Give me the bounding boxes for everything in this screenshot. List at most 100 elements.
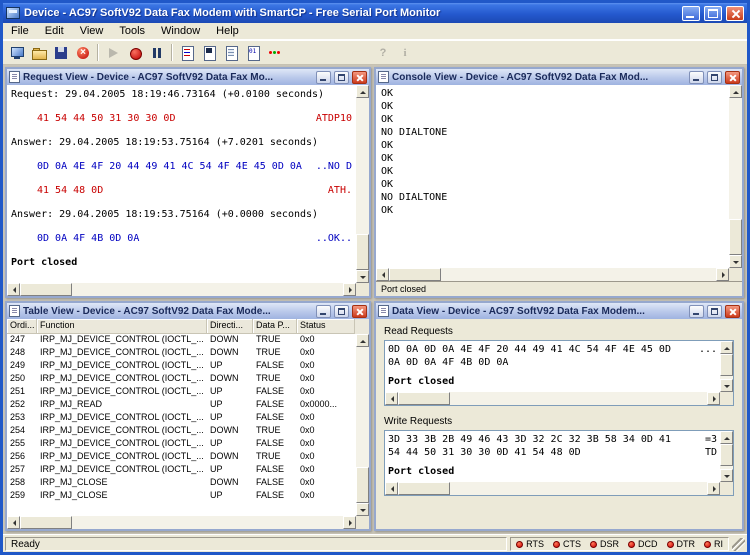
scroll-right-button[interactable] — [707, 392, 720, 405]
maximize-button[interactable] — [704, 5, 722, 21]
scrollbar-track[interactable] — [398, 482, 707, 495]
menu-edit[interactable]: Edit — [37, 24, 72, 38]
scroll-left-button[interactable] — [7, 283, 20, 296]
table-view-button[interactable] — [220, 42, 242, 63]
menu-window[interactable]: Window — [153, 24, 208, 38]
menu-help[interactable]: Help — [208, 24, 247, 38]
column-ordinal[interactable]: Ordi... — [7, 319, 37, 334]
horizontal-scrollbar[interactable] — [7, 283, 369, 296]
about-button[interactable] — [394, 42, 416, 63]
close-button[interactable] — [352, 304, 367, 318]
scrollbar-thumb[interactable] — [398, 482, 450, 495]
horizontal-scrollbar[interactable] — [7, 516, 369, 529]
maximize-button[interactable] — [334, 304, 349, 318]
save-button[interactable] — [50, 42, 72, 63]
table-row[interactable]: 252 IRP_MJ_READ UP FALSE 0x0000... — [7, 399, 356, 412]
scroll-up-button[interactable] — [720, 341, 733, 354]
scroll-up-button[interactable] — [356, 334, 369, 347]
scrollbar-thumb[interactable] — [720, 444, 733, 466]
scroll-left-button[interactable] — [7, 516, 20, 529]
scrollbar-track[interactable] — [729, 98, 742, 255]
maximize-button[interactable] — [707, 70, 722, 84]
record-button[interactable] — [124, 42, 146, 63]
vertical-scrollbar[interactable] — [720, 341, 733, 392]
scroll-right-button[interactable] — [343, 516, 356, 529]
vertical-scrollbar[interactable] — [356, 334, 369, 516]
minimize-button[interactable] — [689, 70, 704, 84]
console-view-titlebar[interactable]: Console View - Device - AC97 SoftV92 Dat… — [376, 69, 742, 85]
scrollbar-thumb[interactable] — [20, 516, 72, 529]
scroll-right-button[interactable] — [343, 283, 356, 296]
scroll-down-button[interactable] — [729, 255, 742, 268]
scrollbar-track[interactable] — [720, 444, 733, 469]
scrollbar-thumb[interactable] — [729, 219, 742, 255]
minimize-button[interactable] — [316, 70, 331, 84]
column-function[interactable]: Function — [37, 319, 207, 334]
menu-tools[interactable]: Tools — [111, 24, 153, 38]
column-data-present[interactable]: Data P... — [253, 319, 297, 334]
open-button[interactable] — [28, 42, 50, 63]
table-row[interactable]: 249 IRP_MJ_DEVICE_CONTROL (IOCTL_... UP … — [7, 360, 356, 373]
column-direction[interactable]: Directi... — [207, 319, 253, 334]
scrollbar-track[interactable] — [398, 392, 707, 405]
scrollbar-thumb[interactable] — [356, 234, 369, 270]
scroll-up-button[interactable] — [729, 85, 742, 98]
titlebar[interactable]: Device - AC97 SoftV92 Data Fax Modem wit… — [3, 3, 747, 23]
pause-button[interactable] — [146, 42, 168, 63]
console-view-button[interactable] — [198, 42, 220, 63]
scrollbar-thumb[interactable] — [389, 268, 441, 281]
scroll-left-button[interactable] — [376, 268, 389, 281]
menu-file[interactable]: File — [3, 24, 37, 38]
scrollbar-track[interactable] — [20, 283, 343, 296]
scroll-left-button[interactable] — [385, 392, 398, 405]
new-session-button[interactable] — [6, 42, 28, 63]
start-monitoring-button[interactable] — [102, 42, 124, 63]
data-view-titlebar[interactable]: Data View - Device - AC97 SoftV92 Data F… — [376, 303, 742, 319]
scrollbar-track[interactable] — [720, 354, 733, 379]
maximize-button[interactable] — [707, 304, 722, 318]
scrollbar-track[interactable] — [389, 268, 716, 281]
scrollbar-thumb[interactable] — [398, 392, 450, 405]
table-row[interactable]: 250 IRP_MJ_DEVICE_CONTROL (IOCTL_... DOW… — [7, 373, 356, 386]
horizontal-scrollbar[interactable] — [376, 268, 742, 281]
table-row[interactable]: 254 IRP_MJ_DEVICE_CONTROL (IOCTL_... DOW… — [7, 425, 356, 438]
close-button[interactable] — [725, 70, 740, 84]
scrollbar-track[interactable] — [356, 98, 369, 270]
table-row[interactable]: 253 IRP_MJ_DEVICE_CONTROL (IOCTL_... UP … — [7, 412, 356, 425]
scroll-down-button[interactable] — [356, 503, 369, 516]
menu-view[interactable]: View — [72, 24, 112, 38]
vertical-scrollbar[interactable] — [356, 85, 369, 283]
data-view-button[interactable] — [242, 42, 264, 63]
column-status[interactable]: Status — [297, 319, 355, 334]
minimize-button[interactable] — [316, 304, 331, 318]
scrollbar-thumb[interactable] — [720, 354, 733, 376]
resize-grip[interactable] — [732, 537, 745, 551]
scroll-right-button[interactable] — [707, 482, 720, 495]
request-view-titlebar[interactable]: Request View - Device - AC97 SoftV92 Dat… — [7, 69, 369, 85]
table-row[interactable]: 255 IRP_MJ_DEVICE_CONTROL (IOCTL_... UP … — [7, 438, 356, 451]
scroll-up-button[interactable] — [356, 85, 369, 98]
horizontal-scrollbar[interactable] — [385, 392, 733, 405]
vertical-scrollbar[interactable] — [720, 431, 733, 482]
scrollbar-thumb[interactable] — [356, 467, 369, 503]
scroll-down-button[interactable] — [720, 379, 733, 392]
close-button[interactable] — [352, 70, 367, 84]
close-button[interactable] — [726, 5, 744, 21]
table-view-titlebar[interactable]: Table View - Device - AC97 SoftV92 Data … — [7, 303, 369, 319]
scroll-down-button[interactable] — [356, 270, 369, 283]
table-row[interactable]: 257 IRP_MJ_DEVICE_CONTROL (IOCTL_... UP … — [7, 464, 356, 477]
vertical-scrollbar[interactable] — [729, 85, 742, 268]
modem-lines-button[interactable] — [264, 42, 286, 63]
help-button[interactable] — [372, 42, 394, 63]
close-session-button[interactable] — [72, 42, 94, 63]
table-row[interactable]: 247 IRP_MJ_DEVICE_CONTROL (IOCTL_... DOW… — [7, 334, 356, 347]
scroll-up-button[interactable] — [720, 431, 733, 444]
scroll-left-button[interactable] — [385, 482, 398, 495]
scrollbar-thumb[interactable] — [20, 283, 72, 296]
maximize-button[interactable] — [334, 70, 349, 84]
table-row[interactable]: 248 IRP_MJ_DEVICE_CONTROL (IOCTL_... DOW… — [7, 347, 356, 360]
scrollbar-track[interactable] — [356, 347, 369, 503]
scrollbar-track[interactable] — [20, 516, 343, 529]
minimize-button[interactable] — [689, 304, 704, 318]
horizontal-scrollbar[interactable] — [385, 482, 733, 495]
